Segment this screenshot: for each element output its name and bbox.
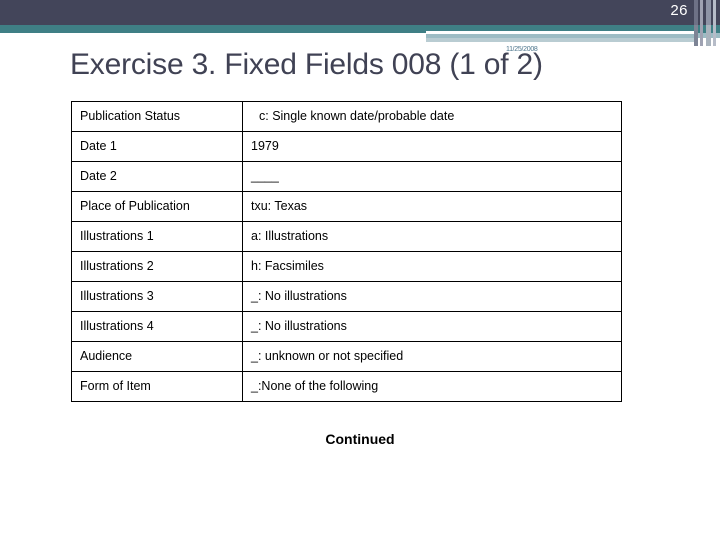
field-value: 1979	[242, 131, 622, 162]
field-label: Form of Item	[71, 371, 243, 402]
field-value: h: Facsimiles	[242, 251, 622, 282]
field-label: Audience	[71, 341, 243, 372]
table-row: Date 2 ____	[71, 161, 622, 192]
table-row: Illustrations 2 h: Facsimiles	[71, 251, 622, 282]
table-row: Place of Publication txu: Texas	[71, 191, 622, 222]
field-value: ____	[242, 161, 622, 192]
field-value: a: Illustrations	[242, 221, 622, 252]
field-label: Place of Publication	[71, 191, 243, 222]
table-row: Audience _: unknown or not specified	[71, 341, 622, 372]
field-value: _: No illustrations	[242, 311, 622, 342]
field-label: Date 2	[71, 161, 243, 192]
field-label: Publication Status	[71, 101, 243, 132]
header-band-white-rule	[426, 31, 694, 34]
header-band-lightblue-step	[426, 38, 694, 42]
field-label: Illustrations 2	[71, 251, 243, 282]
field-value: _: No illustrations	[242, 281, 622, 312]
fixed-fields-table: Publication Status c: Single known date/…	[71, 101, 622, 402]
slide-header-decoration: 26	[0, 0, 720, 46]
field-value: c: Single known date/probable date	[242, 101, 622, 132]
field-label: Illustrations 4	[71, 311, 243, 342]
field-value: _:None of the following	[242, 371, 622, 402]
header-stripe-4	[713, 0, 716, 46]
table-body: Publication Status c: Single known date/…	[71, 101, 622, 402]
continued-label: Continued	[325, 431, 395, 447]
date-stamp: 11/25/2008	[506, 46, 538, 53]
field-label: Illustrations 1	[71, 221, 243, 252]
table-row: Illustrations 1 a: Illustrations	[71, 221, 622, 252]
header-band-white-gap-left	[0, 33, 426, 38]
header-stripe-lower-1	[694, 25, 698, 46]
field-value: txu: Texas	[242, 191, 622, 222]
field-label: Illustrations 3	[71, 281, 243, 312]
header-stripe-2	[700, 0, 703, 46]
header-band-teal-left	[0, 25, 426, 33]
page-title: Exercise 3. Fixed Fields 008 (1 of 2)	[70, 48, 543, 81]
table-row: Publication Status c: Single known date/…	[71, 101, 622, 132]
page-number: 26	[670, 2, 688, 19]
header-stripe-lower-2	[706, 25, 711, 46]
table-row: Date 1 1979	[71, 131, 622, 162]
table-row: Illustrations 3 _: No illustrations	[71, 281, 622, 312]
header-band-navy	[0, 0, 720, 25]
table-row: Illustrations 4 _: No illustrations	[71, 311, 622, 342]
field-label: Date 1	[71, 131, 243, 162]
table-row: Form of Item _:None of the following	[71, 371, 622, 402]
field-value: _: unknown or not specified	[242, 341, 622, 372]
